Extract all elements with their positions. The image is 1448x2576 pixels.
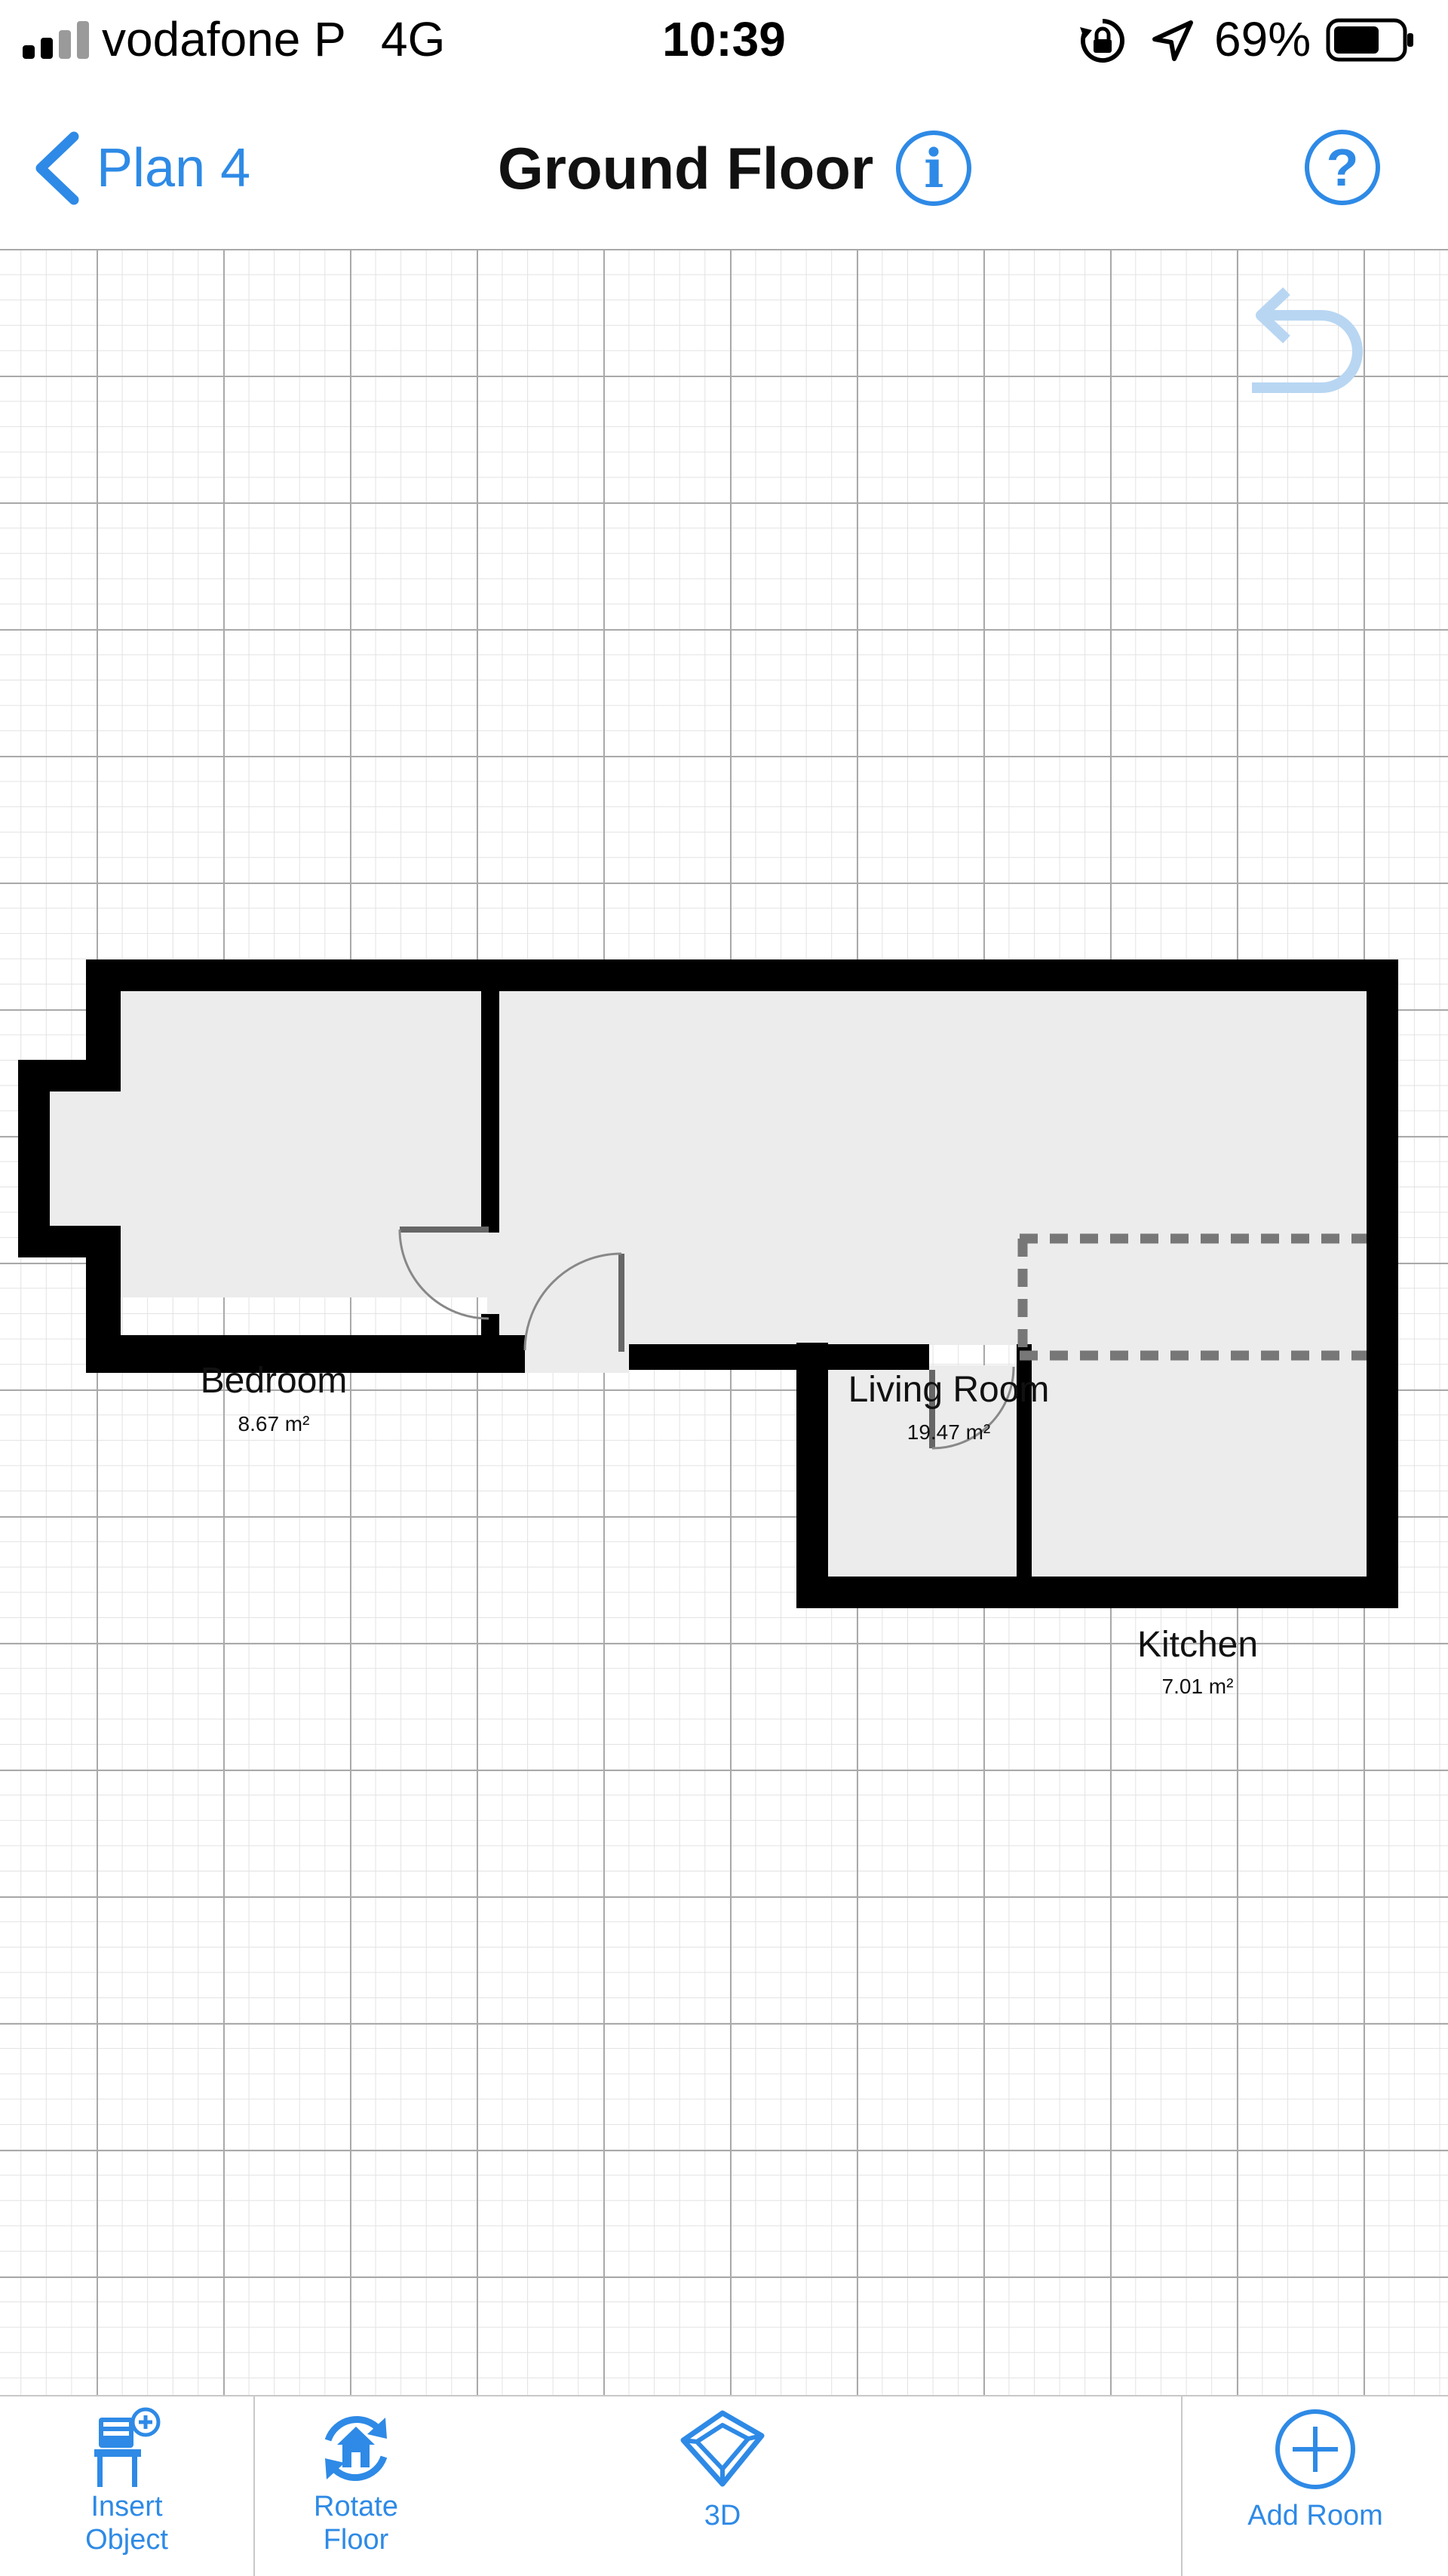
- help-button[interactable]: ?: [1305, 130, 1380, 205]
- wall-utility-left: [796, 1343, 828, 1608]
- plus-circle-icon: [1275, 2409, 1355, 2489]
- room-area-kitchen: 7.01 m²: [1162, 1675, 1234, 1698]
- kitchen-floor[interactable]: [1027, 1342, 1367, 1582]
- back-button[interactable]: Plan 4: [30, 127, 250, 210]
- rotate-floor-label: Rotate Floor: [314, 2491, 398, 2556]
- title-group: Ground Floor i: [498, 127, 972, 210]
- help-icon: ?: [1326, 138, 1359, 197]
- app-root: vodafone P 4G 10:39 69% Plan 4 Ground Fl: [0, 0, 1448, 2576]
- orientation-lock-icon: [1080, 19, 1124, 63]
- room-name-bedroom: Bedroom: [201, 1361, 348, 1401]
- wall-bottom-right: [796, 1577, 1398, 1608]
- info-button[interactable]: i: [896, 130, 972, 206]
- room-fills: [50, 988, 1367, 1582]
- room-area-bedroom: 8.67 m²: [238, 1412, 310, 1435]
- chair-plus-icon: [94, 2407, 161, 2487]
- add-room-button[interactable]: Add Room: [1183, 2396, 1448, 2576]
- add-room-label: Add Room: [1247, 2500, 1383, 2531]
- hallway-floor: [487, 1230, 623, 1346]
- room-name-kitchen: Kitchen: [1137, 1625, 1258, 1665]
- status-bar: vodafone P 4G 10:39 69%: [0, 0, 1448, 83]
- floor-plan-drawing: Bedroom 8.67 m² Living Room 19.47 m² Kit…: [18, 959, 1398, 1698]
- undo-arrow-icon: [1252, 287, 1363, 393]
- room-name-living-room: Living Room: [848, 1370, 1050, 1410]
- wall-left-lower: [86, 1242, 121, 1373]
- battery-percent: 69%: [1214, 12, 1311, 66]
- navigation-bar: Plan 4 Ground Floor i ?: [0, 83, 1448, 250]
- insert-object-label: Insert Object: [85, 2491, 168, 2556]
- page-title: Ground Floor: [498, 134, 874, 201]
- living-room-floor[interactable]: [499, 988, 1367, 1345]
- undo-button[interactable]: [1244, 287, 1373, 407]
- chevron-left-icon: [35, 131, 79, 205]
- wall-living-bottom: [629, 1344, 929, 1370]
- wall-bay-bottom: [18, 1226, 121, 1257]
- rotate-house-icon: [324, 2416, 388, 2481]
- location-arrow-icon: [1152, 20, 1193, 61]
- insert-object-button[interactable]: Insert Object: [0, 2396, 253, 2576]
- room-area-living-room: 19.47 m²: [907, 1420, 991, 1444]
- back-label: Plan 4: [97, 138, 251, 198]
- wall-bedroom-partition: [481, 959, 499, 1233]
- bedroom-floor[interactable]: [121, 988, 487, 1297]
- view-3d-label: 3D: [704, 2500, 741, 2531]
- wall-top: [86, 959, 1398, 991]
- battery-icon: [1326, 18, 1413, 62]
- view-3d-button[interactable]: 3D: [647, 2396, 798, 2576]
- bottom-toolbar: Insert Object Rotate Floor 3D Add Room: [0, 2395, 1448, 2576]
- floor-plan-canvas[interactable]: Bedroom 8.67 m² Living Room 19.47 m² Kit…: [0, 249, 1448, 2395]
- rotate-floor-button[interactable]: Rotate Floor: [255, 2396, 457, 2576]
- cube-3d-icon: [680, 2410, 765, 2487]
- info-icon: i: [923, 137, 944, 200]
- wall-right: [1367, 959, 1398, 1608]
